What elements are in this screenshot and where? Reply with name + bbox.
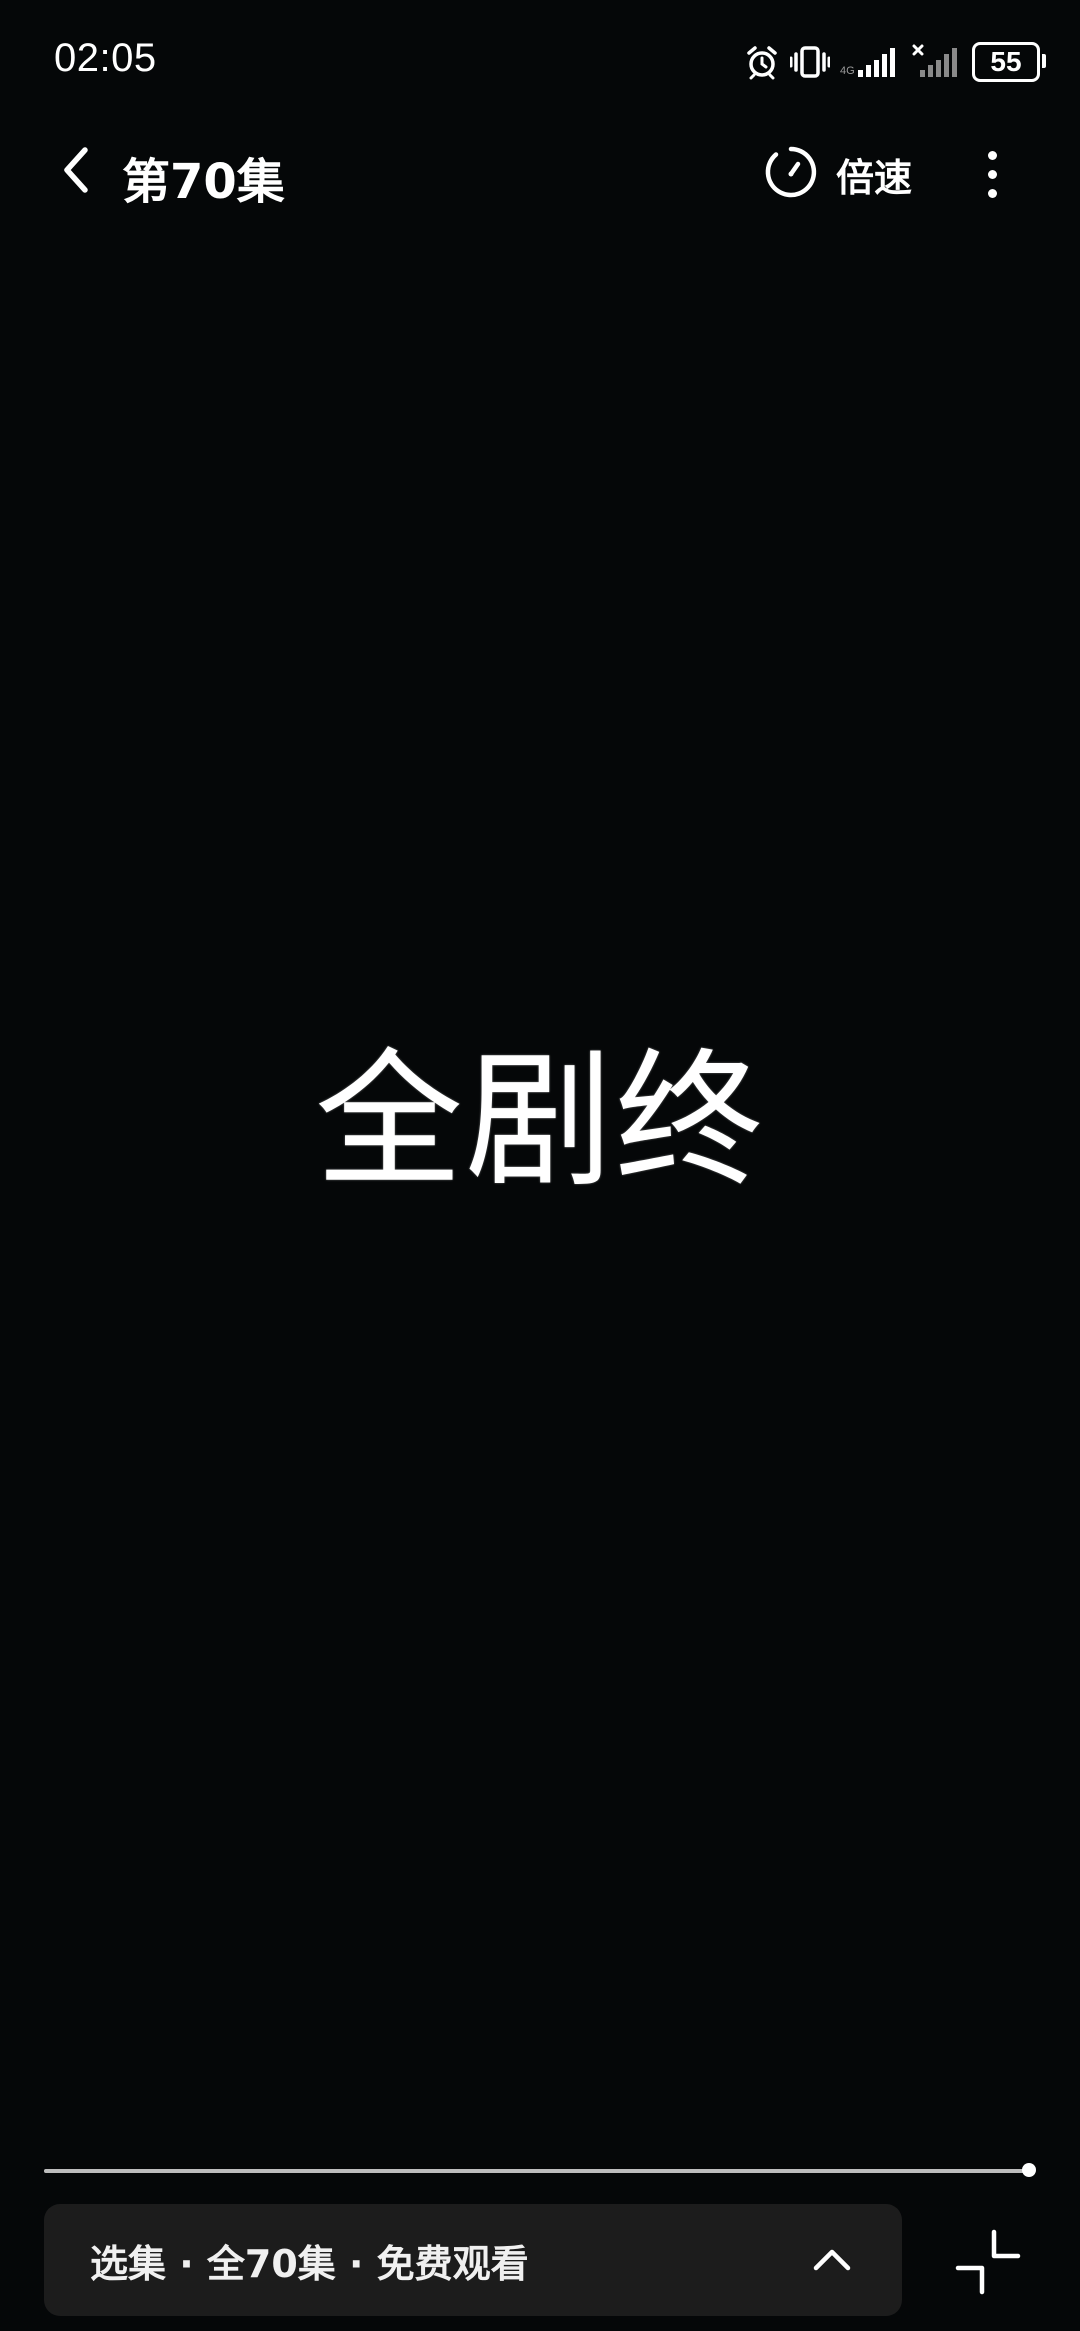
more-vertical-icon-dot-2 (987, 169, 997, 179)
end-of-series-text: 全剧终 (315, 1035, 765, 1207)
vibrate-icon (790, 44, 830, 80)
status-icons: 4G 55 (744, 38, 1046, 86)
back-button[interactable] (48, 140, 104, 204)
battery-level: 55 (990, 46, 1022, 77)
playback-speed-button[interactable]: 倍速 (764, 144, 912, 204)
more-options-button[interactable] (972, 142, 1012, 206)
speedometer-icon (764, 145, 818, 203)
signal-weak-icon (912, 44, 962, 80)
status-time: 02:05 (54, 36, 157, 80)
exit-fullscreen-icon (952, 2229, 1024, 2302)
more-vertical-icon-dot-1 (987, 150, 997, 160)
exit-fullscreen-button[interactable] (952, 2226, 1024, 2298)
episode-title: 第70集 (122, 154, 285, 210)
more-vertical-icon-dot-3 (987, 188, 997, 198)
episode-selector-label: 选集 · 全70集 · 免费观看 (90, 2241, 529, 2286)
signal-icon: 4G (840, 44, 902, 80)
chevron-left-icon (59, 144, 93, 200)
progress-thumb[interactable] (1022, 2163, 1037, 2177)
chevron-up-icon[interactable] (812, 2247, 852, 2273)
svg-text:4G: 4G (840, 65, 855, 77)
progress-fill (44, 2169, 1030, 2173)
battery-icon: 55 (972, 42, 1046, 82)
speed-label: 倍速 (836, 155, 913, 200)
episode-selector-bar[interactable]: 选集 · 全70集 · 免费观看 (44, 2204, 902, 2316)
alarm-icon (744, 44, 780, 80)
